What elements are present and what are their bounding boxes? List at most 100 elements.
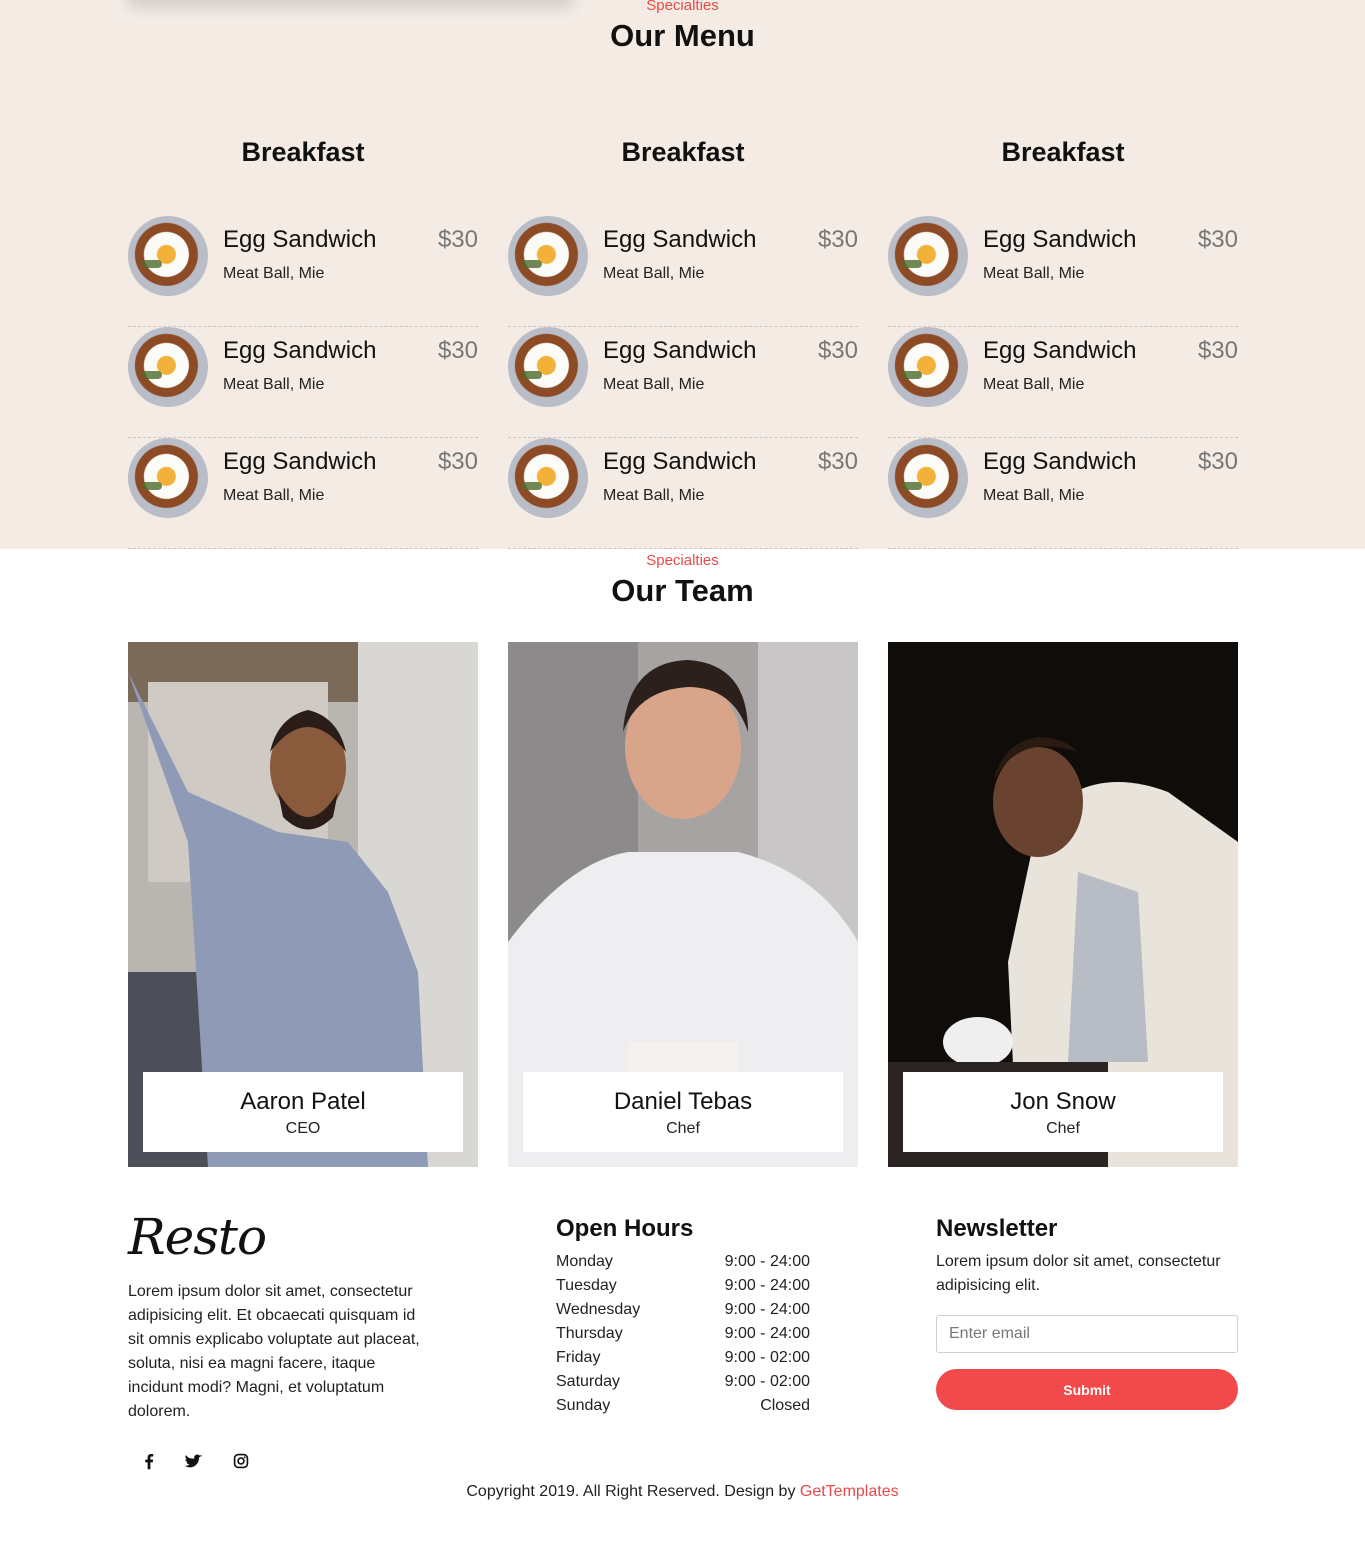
hours-row: Tuesday 9:00 - 24:00 [556, 1277, 810, 1301]
team-member-name: Aaron Patel [240, 1088, 366, 1115]
dish-name: Egg Sandwich [983, 226, 1137, 253]
hours-day: Wednesday [556, 1301, 641, 1318]
team-member-name: Jon Snow [1010, 1088, 1116, 1115]
menu-column-title: Breakfast [241, 137, 365, 167]
hours-day: Friday [556, 1349, 601, 1366]
team-member-caption: Aaron Patel CEO [143, 1072, 463, 1152]
hours-day: Tuesday [556, 1277, 617, 1294]
hours-day: Saturday [556, 1373, 621, 1390]
dish-name: Egg Sandwich [223, 448, 377, 475]
brand-logo[interactable]: Resto [128, 1208, 267, 1266]
team-member-role: Chef [1046, 1120, 1080, 1137]
hours-day: Thursday [556, 1325, 623, 1342]
menu-item[interactable]: Egg Sandwich $30 Meat Ball, Mie [888, 216, 1238, 327]
menu-column-title: Breakfast [1001, 137, 1125, 167]
team-member-role: Chef [666, 1120, 700, 1137]
dish-name: Egg Sandwich [603, 337, 757, 364]
hours-day: Monday [556, 1253, 613, 1270]
menu-item[interactable]: Egg Sandwich $30 Meat Ball, Mie [508, 327, 858, 438]
dish-description: Meat Ball, Mie [223, 376, 325, 393]
menu-item[interactable]: Egg Sandwich $30 Meat Ball, Mie [128, 438, 478, 549]
team-member-role: CEO [285, 1120, 321, 1137]
menu-item[interactable]: Egg Sandwich $30 Meat Ball, Mie [508, 216, 858, 327]
menu-item[interactable]: Egg Sandwich $30 Meat Ball, Mie [888, 438, 1238, 549]
dish-image [128, 327, 208, 407]
newsletter-title: Newsletter [936, 1215, 1058, 1242]
hours-time: 9:00 - 24:00 [724, 1325, 810, 1342]
dish-description: Meat Ball, Mie [983, 376, 1085, 393]
team-card[interactable]: Aaron Patel CEO [128, 642, 478, 1167]
dish-image [128, 216, 208, 296]
dish-price: $30 [437, 226, 478, 253]
menu-eyebrow: Specialties [646, 0, 719, 14]
gettemplates-link[interactable]: GetTemplates [800, 1483, 899, 1500]
hours-time: 9:00 - 24:00 [724, 1301, 810, 1318]
dish-name: Egg Sandwich [983, 448, 1137, 475]
dish-name: Egg Sandwich [223, 226, 377, 253]
copyright-text: Copyright 2019. All Right Reserved. Desi… [466, 1483, 796, 1500]
dish-price: $30 [1197, 448, 1238, 475]
hours-time: 9:00 - 24:00 [724, 1277, 810, 1294]
dish-name: Egg Sandwich [603, 448, 757, 475]
dish-image [508, 216, 588, 296]
hours-time: 9:00 - 02:00 [724, 1349, 810, 1366]
dish-description: Meat Ball, Mie [223, 265, 325, 282]
dish-image [888, 327, 968, 407]
about-text: Lorem ipsum dolor sit amet, consectetur … [128, 1283, 420, 1420]
hours-row: Saturday 9:00 - 02:00 [556, 1373, 810, 1397]
dish-image [508, 327, 588, 407]
menu-item[interactable]: Egg Sandwich $30 Meat Ball, Mie [888, 327, 1238, 438]
hours-row: Monday 9:00 - 24:00 [556, 1253, 810, 1277]
dish-description: Meat Ball, Mie [603, 487, 705, 504]
open-hours-title: Open Hours [556, 1215, 694, 1242]
menu-section: Specialties Our Menu Breakfast Egg Sandw… [0, 0, 1365, 549]
dish-description: Meat Ball, Mie [603, 376, 705, 393]
hours-row: Sunday Closed [556, 1397, 810, 1421]
dish-description: Meat Ball, Mie [983, 487, 1085, 504]
copyright: Copyright 2019. All Right Reserved. Desi… [0, 1483, 1365, 1501]
twitter-icon[interactable] [183, 1450, 205, 1472]
dish-image [888, 438, 968, 518]
newsletter-text: Lorem ipsum dolor sit amet, consectetur … [936, 1253, 1221, 1294]
team-member-caption: Daniel Tebas Chef [523, 1072, 843, 1152]
dish-price: $30 [437, 337, 478, 364]
dish-description: Meat Ball, Mie [223, 487, 325, 504]
team-card[interactable]: Daniel Tebas Chef [508, 642, 858, 1167]
hours-day: Sunday [556, 1397, 611, 1414]
menu-item[interactable]: Egg Sandwich $30 Meat Ball, Mie [128, 327, 478, 438]
hours-row: Thursday 9:00 - 24:00 [556, 1325, 810, 1349]
menu-title: Our Menu [610, 18, 755, 53]
team-eyebrow: Specialties [646, 552, 719, 569]
dish-image [508, 438, 588, 518]
menu-item[interactable]: Egg Sandwich $30 Meat Ball, Mie [508, 438, 858, 549]
team-card[interactable]: Jon Snow Chef [888, 642, 1238, 1167]
menu-item[interactable]: Egg Sandwich $30 Meat Ball, Mie [128, 216, 478, 327]
dish-description: Meat Ball, Mie [603, 265, 705, 282]
team-title: Our Team [611, 573, 754, 608]
submit-button[interactable]: Submit [936, 1369, 1238, 1410]
dish-price: $30 [1197, 337, 1238, 364]
dish-description: Meat Ball, Mie [983, 265, 1085, 282]
dish-name: Egg Sandwich [603, 226, 757, 253]
facebook-icon[interactable] [138, 1450, 160, 1472]
menu-column-title: Breakfast [621, 137, 745, 167]
dish-price: $30 [817, 448, 858, 475]
hours-time: 9:00 - 02:00 [724, 1373, 810, 1390]
team-member-name: Daniel Tebas [613, 1088, 753, 1115]
dish-image [888, 216, 968, 296]
dish-name: Egg Sandwich [223, 337, 377, 364]
instagram-icon[interactable] [230, 1450, 252, 1472]
dish-name: Egg Sandwich [983, 337, 1137, 364]
menu-column: Breakfast Egg Sandwich $30 Meat Ball, Mi… [508, 130, 858, 549]
menu-column: Breakfast Egg Sandwich $30 Meat Ball, Mi… [888, 130, 1238, 549]
hours-time: Closed [760, 1397, 810, 1414]
dish-price: $30 [437, 448, 478, 475]
email-field[interactable] [936, 1315, 1238, 1353]
dish-price: $30 [817, 337, 858, 364]
hours-row: Friday 9:00 - 02:00 [556, 1349, 810, 1373]
dish-price: $30 [1197, 226, 1238, 253]
menu-column: Breakfast Egg Sandwich $30 Meat Ball, Mi… [128, 130, 478, 549]
dish-price: $30 [817, 226, 858, 253]
hours-row: Wednesday 9:00 - 24:00 [556, 1301, 810, 1325]
team-member-caption: Jon Snow Chef [903, 1072, 1223, 1152]
